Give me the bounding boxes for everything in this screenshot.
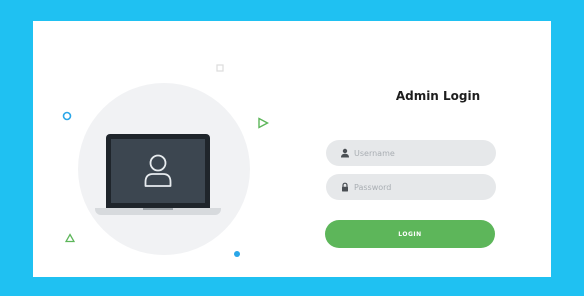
password-input[interactable]	[354, 174, 484, 200]
username-field[interactable]	[326, 140, 496, 166]
triangle-right-shape-icon	[258, 117, 269, 129]
login-button[interactable]: LOGIN	[325, 220, 495, 248]
login-card: Admin Login LOGIN	[33, 21, 551, 277]
laptop-screen	[106, 134, 210, 208]
lock-icon	[342, 182, 348, 192]
triangle-up-shape-icon	[65, 233, 75, 243]
user-icon	[341, 148, 349, 158]
square-shape-icon	[216, 64, 224, 72]
laptop-icon	[95, 134, 221, 222]
password-field[interactable]	[326, 174, 496, 200]
circle-shape-icon	[62, 111, 72, 121]
user-avatar-icon	[144, 154, 172, 187]
login-title: Admin Login	[395, 89, 481, 103]
dot-shape-icon	[234, 251, 240, 257]
username-input[interactable]	[354, 140, 484, 166]
